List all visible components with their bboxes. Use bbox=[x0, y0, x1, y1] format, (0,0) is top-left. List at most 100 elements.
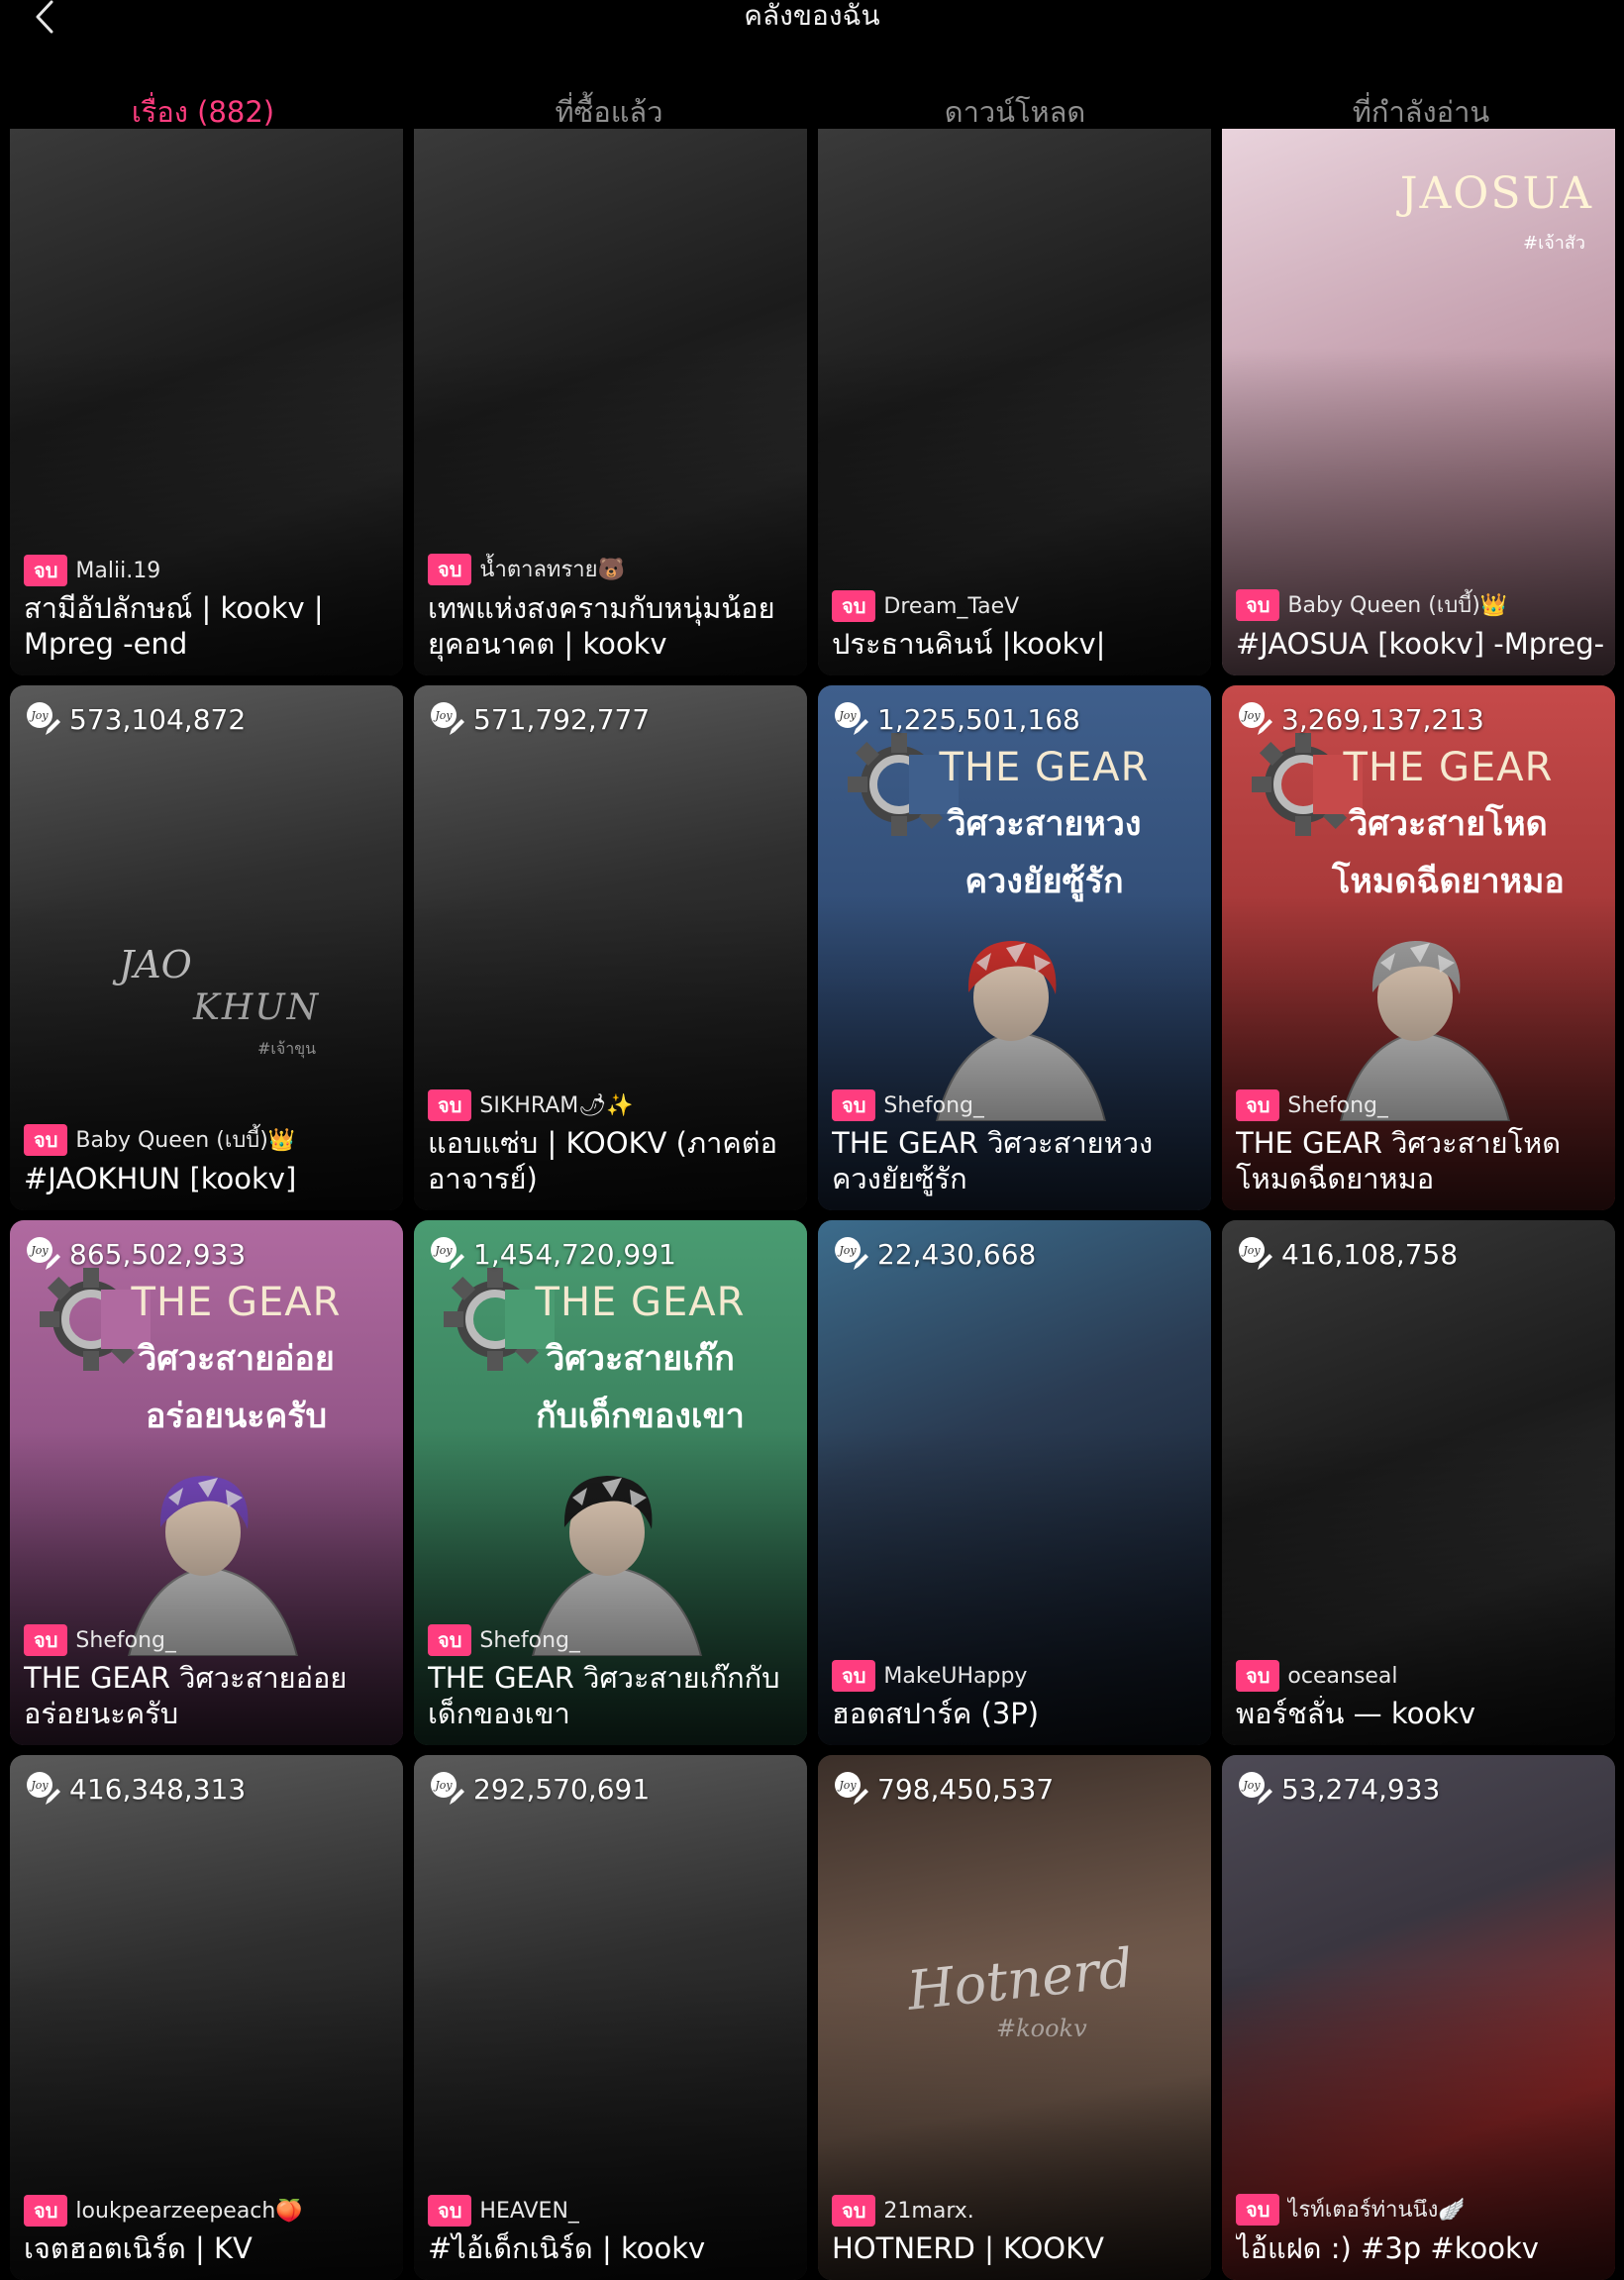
view-count: Joy 571,792,777 bbox=[428, 699, 650, 739]
view-count-number: 571,792,777 bbox=[473, 702, 651, 736]
joy-writer-icon: Joy bbox=[428, 1769, 467, 1809]
author-name: Baby Queen (เบบี้)👑 bbox=[1287, 593, 1508, 618]
story-title: ไอ้แฝด :) #3p #kookv bbox=[1236, 2231, 1539, 2265]
completed-badge: จบ bbox=[832, 1660, 876, 1692]
story-card[interactable]: จบ น้ำตาลทราย🐻 เทพแห่งสงครามกับหนุ่มน้อยยุ… bbox=[414, 129, 807, 675]
cover-title-text: THE GEAR วิศวะสายอ่อย อร่อยนะครับ bbox=[79, 1280, 393, 1442]
author-name: Shefong_ bbox=[883, 1092, 984, 1118]
svg-text:Joy: Joy bbox=[837, 1244, 857, 1257]
view-count: Joy 3,269,137,213 bbox=[1236, 699, 1484, 739]
svg-text:Joy: Joy bbox=[433, 709, 453, 722]
view-count: Joy 53,274,933 bbox=[1236, 1769, 1440, 1809]
author-row: จบ ไรท์เตอร์ท่านนึง🪽 bbox=[1236, 2192, 1605, 2227]
story-card[interactable]: จบ Dream_TaeV ประธานคินน์ |kookv| bbox=[818, 129, 1211, 675]
view-count: Joy 1,454,720,991 bbox=[428, 1234, 676, 1274]
cover-hashtag: #เจ้าสัว bbox=[1523, 233, 1585, 254]
joy-writer-icon: Joy bbox=[832, 1234, 871, 1274]
cover-title-text: JAOSUA bbox=[1399, 168, 1593, 219]
story-meta: จบ oceanseal พอร์ชลั่น — kookv bbox=[1236, 1660, 1605, 1731]
view-count: Joy 416,108,758 bbox=[1236, 1234, 1458, 1274]
view-count: Joy 865,502,933 bbox=[24, 1234, 246, 1274]
completed-badge: จบ bbox=[428, 1624, 472, 1656]
story-meta: จบ Shefong_ THE GEAR วิศวะสายโหดโหมดฉีดยาห… bbox=[1236, 1089, 1605, 1196]
story-meta: จบ ไรท์เตอร์ท่านนึง🪽 ไอ้แฝด :) #3p #kookv bbox=[1236, 2192, 1605, 2266]
story-title: THE GEAR วิศวะสายหวงควงยัยซู้รัก bbox=[832, 1126, 1154, 1195]
story-title: เทพแห่งสงครามกับหนุ่มน้อยยุคอนาคต | kook… bbox=[428, 591, 775, 661]
joy-writer-icon: Joy bbox=[832, 1769, 871, 1809]
author-row: จบ Baby Queen (เบบี้)👑 bbox=[1236, 587, 1605, 622]
cover-title-line: วิศวะสายเก๊ก bbox=[546, 1339, 735, 1379]
cover-title-line: THE GEAR bbox=[131, 1280, 342, 1325]
svg-text:Joy: Joy bbox=[29, 709, 49, 722]
view-count-number: 865,502,933 bbox=[69, 1237, 247, 1271]
cover-title-line: วิศวะสายโหด bbox=[1349, 804, 1548, 844]
cover-title-text: THE GEAR วิศวะสายหวง ควงยัยซู้รัก bbox=[887, 745, 1201, 907]
story-meta: จบ Baby Queen (เบบี้)👑 #JAOKHUN [kookv] bbox=[24, 1122, 393, 1196]
svg-text:Joy: Joy bbox=[29, 1244, 49, 1257]
svg-text:Joy: Joy bbox=[837, 1779, 857, 1792]
story-meta: จบ Shefong_ THE GEAR วิศวะสายหวงควงยัยซู้ร… bbox=[832, 1089, 1201, 1196]
svg-text:Joy: Joy bbox=[29, 1779, 49, 1792]
author-row: จบ Shefong_ bbox=[832, 1089, 1201, 1121]
author-row: จบ น้ำตาลทราย🐻 bbox=[428, 552, 797, 586]
author-row: จบ oceanseal bbox=[1236, 1660, 1605, 1692]
story-card[interactable]: JAOSUA #เจ้าสัว จบ Baby Queen (เบบี้)👑 #JAOS… bbox=[1222, 129, 1615, 675]
author-row: จบ Dream_TaeV bbox=[832, 590, 1201, 622]
author-row: จบ Shefong_ bbox=[24, 1624, 393, 1656]
story-title: #ไอ้เด็กเนิร์ด | kookv bbox=[428, 2231, 706, 2265]
story-grid: จบ Malii.19 สามีอัปลักษณ์ | kookv | Mpreg … bbox=[10, 129, 1615, 2280]
author-row: จบ MakeUHappy bbox=[832, 1660, 1201, 1692]
story-meta: จบ HEAVEN_ #ไอ้เด็กเนิร์ด | kookv bbox=[428, 2195, 797, 2266]
view-count: Joy 798,450,537 bbox=[832, 1769, 1054, 1809]
completed-badge: จบ bbox=[832, 2195, 876, 2227]
story-card[interactable]: Hotnerd#kookvJoy798,450,537จบ21marx.HOTN… bbox=[818, 1755, 1211, 2280]
joy-writer-icon: Joy bbox=[1236, 1769, 1275, 1809]
story-card[interactable]: THE GEAR วิศวะสายอ่อย อร่อยนะครับ Joy 865,50… bbox=[10, 1220, 403, 1745]
story-card[interactable]: Joy 22,430,668 จบ MakeUHappy ฮอตสปาร์ค (3P) bbox=[818, 1220, 1211, 1745]
story-meta: จบ Malii.19 สามีอัปลักษณ์ | kookv | Mpreg … bbox=[24, 555, 393, 662]
view-count-number: 573,104,872 bbox=[69, 702, 247, 736]
author-row: จบ loukpearzeepeach🍑 bbox=[24, 2195, 393, 2227]
story-card[interactable]: Joy 53,274,933 จบ ไรท์เตอร์ท่านนึง🪽 ไอ้แฝด :… bbox=[1222, 1755, 1615, 2280]
author-name: MakeUHappy bbox=[883, 1663, 1028, 1689]
story-card[interactable]: THE GEAR วิศวะสายหวง ควงยัยซู้รัก Joy 1,225,… bbox=[818, 685, 1211, 1210]
completed-badge: จบ bbox=[1236, 588, 1280, 621]
story-card[interactable]: Joy 416,348,313 จบ loukpearzeepeach🍑 เจตฮอตเ… bbox=[10, 1755, 403, 2280]
story-title: ประธานคินน์ |kookv| bbox=[832, 627, 1106, 661]
svg-text:Joy: Joy bbox=[433, 1779, 453, 1792]
story-card[interactable]: จบ Malii.19 สามีอัปลักษณ์ | kookv | Mpreg … bbox=[10, 129, 403, 675]
author-row: จบ Baby Queen (เบบี้)👑 bbox=[24, 1122, 393, 1157]
author-name: Malii.19 bbox=[75, 558, 161, 583]
story-title: HOTNERD | KOOKV bbox=[832, 2231, 1104, 2265]
view-count-number: 3,269,137,213 bbox=[1281, 702, 1484, 736]
story-card[interactable]: Joy 416,108,758 จบ oceanseal พอร์ชลั่น — koo… bbox=[1222, 1220, 1615, 1745]
view-count-number: 1,454,720,991 bbox=[473, 1237, 676, 1271]
joy-writer-icon: Joy bbox=[1236, 699, 1275, 739]
story-meta: จบ น้ำตาลทราย🐻 เทพแห่งสงครามกับหนุ่มน้อยยุ… bbox=[428, 552, 797, 662]
story-meta: จบ Baby Queen (เบบี้)👑 #JAOSUA [kookv] -Mp… bbox=[1236, 587, 1605, 662]
completed-badge: จบ bbox=[832, 1089, 876, 1121]
story-title: สามีอัปลักษณ์ | kookv | Mpreg -end bbox=[24, 591, 324, 661]
cover-title-text: THE GEAR วิศวะสายเก๊ก กับเด็กของเขา bbox=[483, 1280, 797, 1442]
svg-text:Joy: Joy bbox=[837, 709, 857, 722]
cover-title-line: THE GEAR bbox=[1343, 745, 1554, 790]
view-count: Joy 22,430,668 bbox=[832, 1234, 1036, 1274]
view-count: Joy 416,348,313 bbox=[24, 1769, 246, 1809]
cover-title-line: วิศวะสายอ่อย bbox=[138, 1339, 335, 1379]
joy-writer-icon: Joy bbox=[24, 1234, 63, 1274]
svg-text:Joy: Joy bbox=[1241, 709, 1261, 722]
story-card[interactable]: THE GEAR วิศวะสายโหด โหมดฉีดยาหมอ Joy 3,269,… bbox=[1222, 685, 1615, 1210]
header: คลังของฉัน bbox=[0, 0, 1624, 40]
story-card[interactable]: THE GEAR วิศวะสายเก๊ก กับเด็กของเขา Joy 1,45… bbox=[414, 1220, 807, 1745]
svg-text:Joy: Joy bbox=[1241, 1244, 1261, 1257]
author-name: ไรท์เตอร์ท่านนึง🪽 bbox=[1287, 2198, 1466, 2223]
story-card[interactable]: Joy 292,570,691 จบ HEAVEN_ #ไอ้เด็กเนิร์ด | … bbox=[414, 1755, 807, 2280]
view-count-number: 22,430,668 bbox=[877, 1237, 1037, 1271]
completed-badge: จบ bbox=[24, 555, 68, 586]
author-row: จบ 21marx. bbox=[832, 2195, 1201, 2227]
joy-writer-icon: Joy bbox=[832, 699, 871, 739]
author-name: Shefong_ bbox=[75, 1627, 176, 1653]
view-count: Joy 1,225,501,168 bbox=[832, 699, 1080, 739]
story-card[interactable]: Joy 571,792,777 จบ SIKHRAM🌶✨ แอบแซ่บ | KOOKV… bbox=[414, 685, 807, 1210]
story-card[interactable]: JAOKHUN#เจ้าขุนJoy573,104,872จบBaby Quee… bbox=[10, 685, 403, 1210]
